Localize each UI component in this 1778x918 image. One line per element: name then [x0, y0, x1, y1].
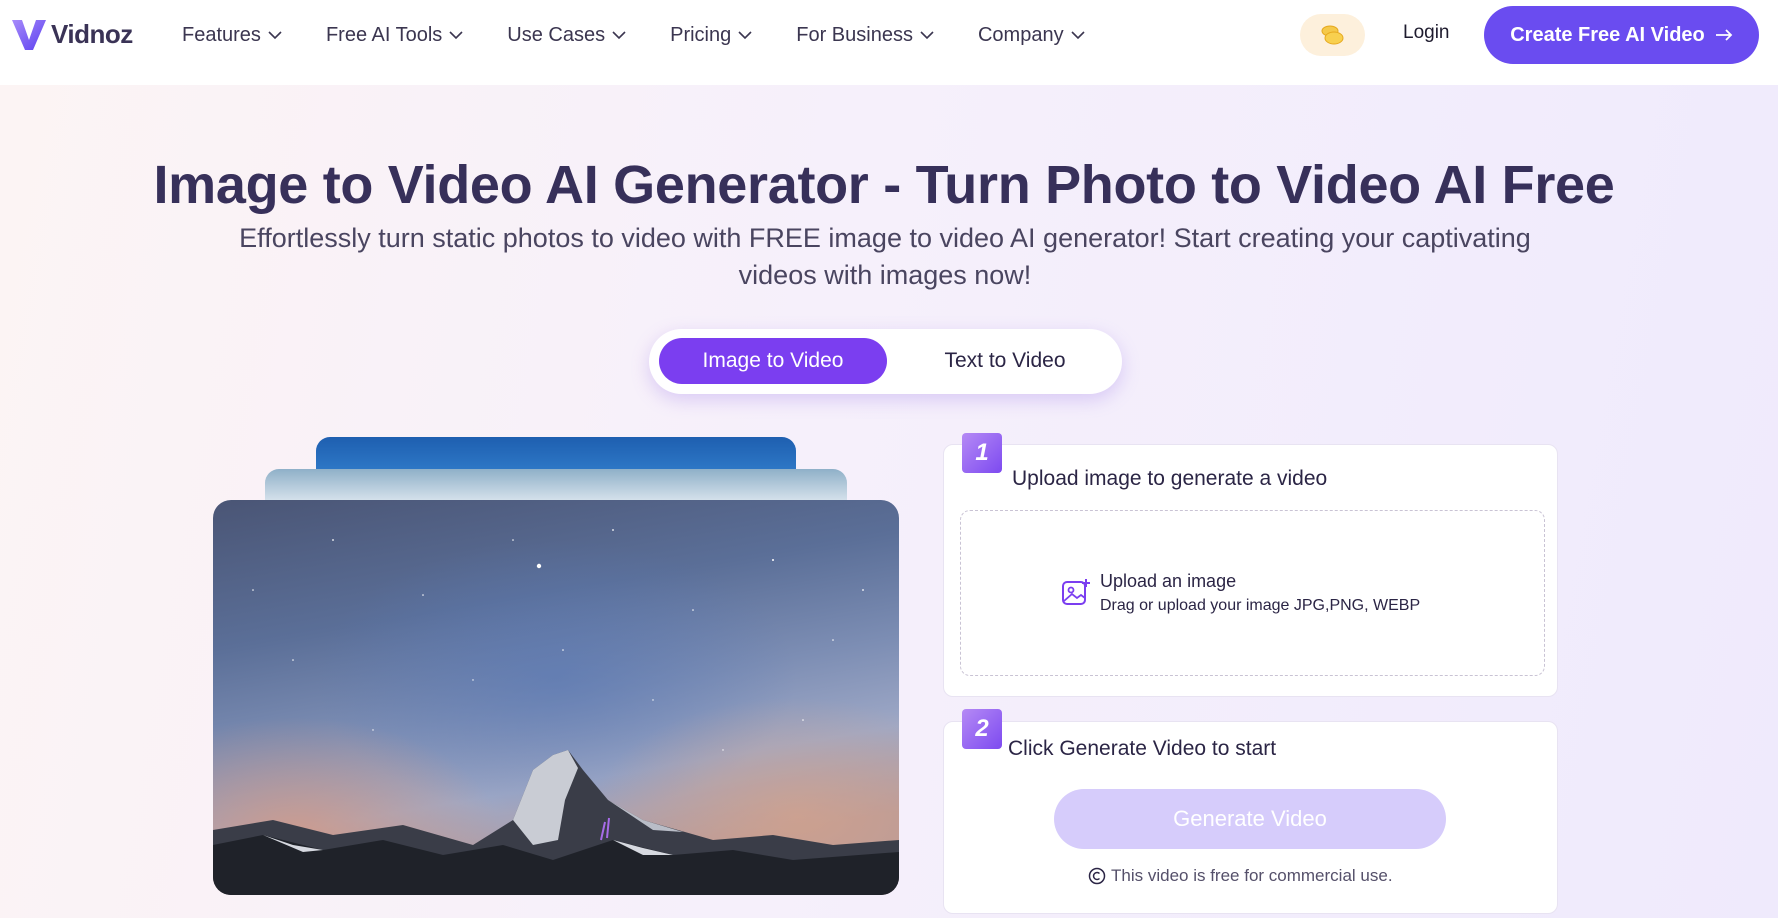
- upload-hint: Drag or upload your image JPG,PNG, WEBP: [1100, 597, 1421, 614]
- chevron-down-icon: [738, 31, 752, 40]
- mode-toggle: Image to Video Text to Video: [649, 329, 1122, 394]
- chevron-down-icon: [920, 31, 934, 40]
- image-add-icon: [1062, 579, 1090, 605]
- nav-features-label: Features: [182, 23, 261, 46]
- upload-title: Upload an image: [1100, 571, 1237, 591]
- arrow-right-icon: [1715, 29, 1733, 41]
- tab-image-to-video[interactable]: Image to Video: [659, 338, 887, 384]
- page-title: Image to Video AI Generator - Turn Photo…: [153, 155, 1615, 215]
- generate-video-button[interactable]: Generate Video: [1054, 789, 1446, 849]
- nav-use-cases-label: Use Cases: [507, 23, 606, 46]
- nav-use-cases[interactable]: Use Cases: [507, 24, 627, 47]
- nav-company[interactable]: Company: [978, 24, 1086, 47]
- nav-for-business-label: For Business: [796, 23, 913, 46]
- chevron-down-icon: [1071, 31, 1085, 40]
- main-menu: Features Free AI Tools Use Cases Pricing…: [182, 0, 1086, 70]
- nav-pricing[interactable]: Pricing: [670, 24, 753, 47]
- nav-company-label: Company: [977, 23, 1064, 46]
- chevron-down-icon: [612, 31, 626, 40]
- copyright-icon: [1088, 867, 1106, 885]
- vidnoz-logo-icon: [12, 20, 46, 50]
- chevron-down-icon: [268, 31, 282, 40]
- tab-text-to-video[interactable]: Text to Video: [899, 338, 1111, 384]
- create-free-ai-video-button[interactable]: Create Free AI Video: [1484, 6, 1759, 64]
- logo-text: Vidnoz: [51, 18, 133, 49]
- login-link[interactable]: Login: [1403, 22, 1450, 44]
- cta-label: Create Free AI Video: [1510, 23, 1705, 46]
- nav-pricing-label: Pricing: [670, 23, 732, 46]
- step1-label: Upload image to generate a video: [1012, 467, 1328, 490]
- credits-button[interactable]: [1300, 14, 1365, 56]
- commercial-use-note: This video is free for commercial use.: [1088, 866, 1393, 886]
- chevron-down-icon: [449, 31, 463, 40]
- sample-image-mountain: [213, 500, 899, 895]
- upload-dropzone[interactable]: Upload an image Drag or upload your imag…: [960, 510, 1545, 676]
- nav-for-business[interactable]: For Business: [796, 24, 935, 47]
- step1-badge: 1: [962, 433, 1002, 473]
- top-nav: Vidnoz Features Free AI Tools Use Cases …: [0, 0, 1778, 85]
- step2-badge: 2: [962, 709, 1002, 749]
- step2-label: Click Generate Video to start: [1008, 737, 1277, 760]
- commercial-use-text: This video is free for commercial use.: [1111, 866, 1393, 885]
- nav-free-ai-tools-label: Free AI Tools: [325, 23, 443, 46]
- page-subtitle: Effortlessly turn static photos to video…: [239, 223, 1531, 290]
- logo[interactable]: Vidnoz: [9, 14, 133, 54]
- nav-free-ai-tools[interactable]: Free AI Tools: [326, 24, 464, 47]
- nav-features[interactable]: Features: [182, 24, 283, 47]
- coins-icon: [1321, 25, 1343, 45]
